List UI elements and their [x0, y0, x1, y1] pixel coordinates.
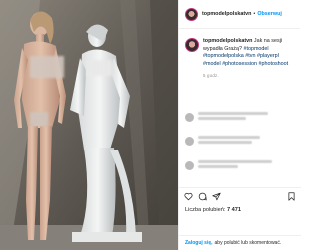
comment-item	[179, 112, 272, 122]
post-side-panel: topmodelpolskatvn • Obserwuj topmodelpol…	[178, 0, 301, 250]
caption-avatar[interactable]	[185, 38, 199, 52]
login-link[interactable]: Zaloguj się,	[185, 240, 213, 246]
post-actions	[179, 187, 301, 205]
hashtag-link[interactable]: #tvn	[245, 53, 255, 59]
comment-avatar	[185, 137, 194, 146]
login-prompt: Zaloguj się, aby polubić lub skomentować…	[179, 235, 301, 250]
separator-dot: •	[253, 11, 256, 17]
login-text: aby polubić lub skomentować.	[214, 240, 282, 246]
hashtag-link[interactable]: #photoshoot	[258, 61, 288, 67]
post-photo[interactable]	[0, 0, 178, 250]
comment-item	[179, 136, 264, 146]
bookmark-icon[interactable]	[287, 192, 296, 201]
share-icon[interactable]	[212, 192, 221, 201]
comment-avatar	[185, 113, 194, 122]
hashtag-link[interactable]: #topmodelpolska	[203, 53, 244, 59]
hashtag-link[interactable]: #model	[203, 61, 221, 67]
hashtag-link[interactable]: #topmodel	[243, 46, 268, 52]
avatar[interactable]	[185, 7, 198, 21]
likes-count[interactable]: Liczba polubień: 7 471	[185, 207, 241, 213]
post-caption: topmodelpolskatvn Jak na sesji wypadła G…	[179, 29, 300, 80]
likes-number: 7 471	[226, 207, 241, 213]
post-time: 5 godz.	[203, 73, 219, 79]
comment-icon[interactable]	[198, 192, 207, 201]
header-username[interactable]: topmodelpolskatvn	[202, 11, 251, 17]
caption-username[interactable]: topmodelpolskatvn	[203, 38, 252, 44]
hashtag-link[interactable]: #playerpl	[257, 53, 279, 59]
comment-avatar	[185, 161, 194, 170]
comment-item	[179, 160, 276, 170]
follow-button[interactable]: Obserwuj	[257, 11, 282, 17]
heart-icon[interactable]	[184, 192, 193, 201]
likes-label: Liczba polubień:	[185, 207, 227, 213]
hashtag-link[interactable]: #photosession	[222, 61, 257, 67]
post-header: topmodelpolskatvn • Obserwuj	[179, 0, 300, 29]
